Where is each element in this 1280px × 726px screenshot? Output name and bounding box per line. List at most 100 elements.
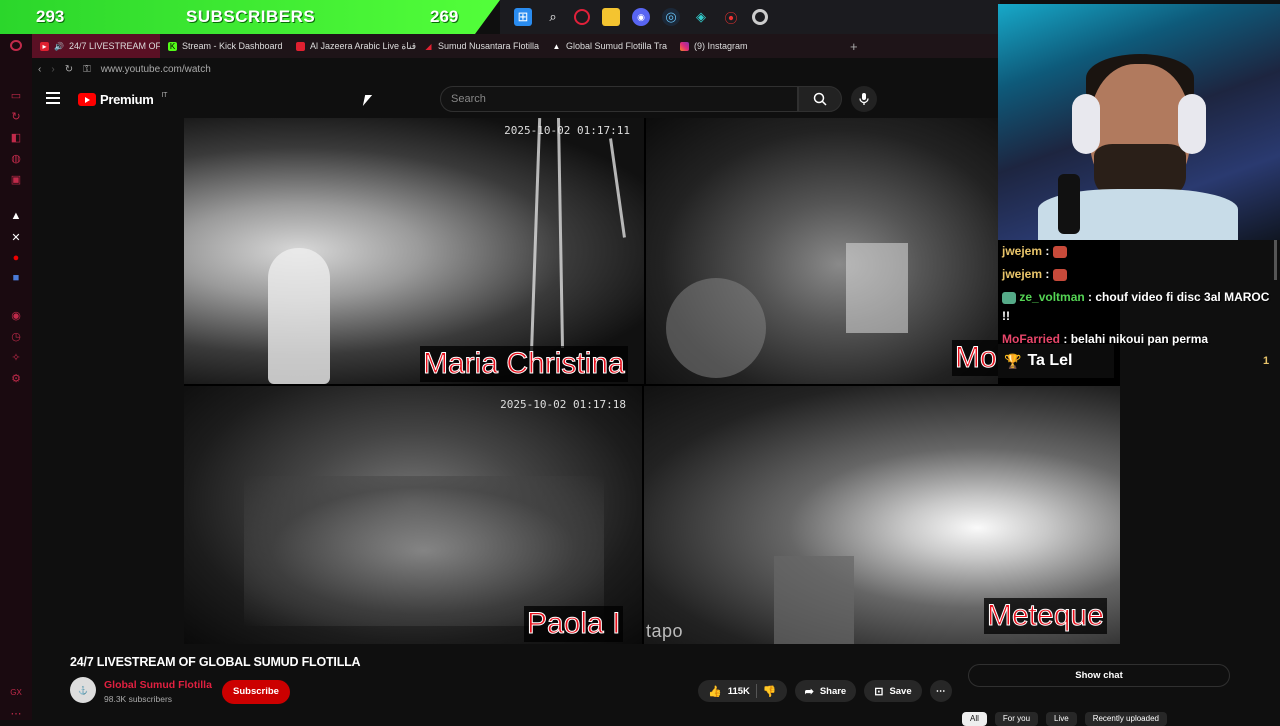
chat-message: ze_voltman : chouf video fi disc 3al MAR…: [1002, 290, 1270, 323]
file-explorer-icon[interactable]: [602, 8, 620, 26]
more-icon: ⋯: [935, 685, 946, 697]
history-icon[interactable]: ↻: [9, 110, 23, 123]
site-info-icon[interactable]: ⚿: [83, 64, 91, 75]
mast-rope: [529, 118, 542, 358]
bitwarden-icon[interactable]: ■: [9, 272, 23, 284]
clock-icon[interactable]: ◷: [9, 330, 23, 343]
save-button[interactable]: ⊡ Save: [864, 680, 922, 702]
chip-recently-uploaded[interactable]: Recently uploaded: [1084, 712, 1167, 726]
chrome-icon[interactable]: [752, 9, 768, 25]
back-icon[interactable]: ‹: [38, 64, 41, 75]
tab-kick-dashboard[interactable]: K Stream - Kick Dashboard: [160, 34, 288, 58]
kick-icon: K: [168, 41, 177, 51]
chip-all[interactable]: All: [962, 712, 987, 726]
show-chat-button[interactable]: Show chat: [968, 664, 1230, 687]
steam-icon[interactable]: ◎: [662, 8, 680, 26]
camera-timestamp: 2025-10-02 01:17:11: [504, 124, 630, 137]
subscriber-count: 98.3K subscribers: [104, 694, 173, 704]
tab-global-sumud-tracker[interactable]: ▲ Global Sumud Flotilla Tra: [544, 34, 672, 58]
opera-logo-icon[interactable]: [10, 40, 22, 52]
pinned-message: 🏆 Ta Lel 1: [998, 344, 1269, 378]
video-title: 24/7 LIVESTREAM OF GLOBAL SUMUD FLOTILLA: [70, 655, 361, 669]
camera-feed-1: 2025-10-02 01:17:11 Maria Christina: [184, 118, 644, 384]
headphone-left: [1072, 94, 1100, 154]
twitch-icon[interactable]: ◧: [9, 131, 23, 144]
badge-icon: [1002, 291, 1016, 304]
emote-icon: [1052, 268, 1067, 281]
chat-username: jwejem: [1002, 244, 1043, 258]
share-icon: ➦: [804, 685, 814, 698]
tab-label: Stream - Kick Dashboard: [182, 41, 283, 51]
chat-username: jwejem: [1002, 267, 1043, 281]
opera-icon[interactable]: [574, 9, 590, 25]
voice-search-button[interactable]: [851, 86, 877, 112]
chip-live[interactable]: Live: [1046, 712, 1077, 726]
new-tab-button[interactable]: +: [850, 39, 858, 54]
search-input[interactable]: Search: [440, 86, 798, 112]
crew-group: [244, 476, 604, 626]
discord-icon[interactable]: ◉: [632, 8, 650, 26]
tab-sumud-nusantara[interactable]: ◢ Sumud Nusantara Flotilla: [416, 34, 544, 58]
extensions-icon[interactable]: ✧: [9, 351, 23, 364]
more-actions-button[interactable]: ⋯: [929, 680, 952, 702]
logo-text: Premium: [100, 92, 154, 107]
subscribe-button[interactable]: Subscribe: [222, 680, 290, 704]
cockpit-seat: [774, 556, 854, 644]
youtube-premium-logo[interactable]: Premium IT: [78, 92, 167, 107]
taskbar: ⊞ ⌕ ◉ ◎ ◈ ⦿: [500, 0, 1000, 34]
flag-icon: ◢: [425, 41, 432, 51]
tab-label: Sumud Nusantara Flotilla: [438, 41, 540, 51]
subscriber-goal-banner: 293 SUBSCRIBERS 269: [0, 0, 500, 34]
chat-scrollbar[interactable]: [1274, 240, 1277, 280]
chat-username: ze_voltman: [1019, 290, 1085, 304]
headphone-right: [1178, 94, 1206, 154]
like-icon[interactable]: 👍: [708, 685, 722, 698]
tab-audio-icon[interactable]: 🔊: [54, 42, 64, 51]
tab-al-jazeera[interactable]: Al Jazeera Arabic Live قناة: [288, 34, 416, 58]
x-icon[interactable]: ✕: [9, 231, 23, 244]
trophy-icon: 🏆: [1004, 352, 1022, 369]
hamburger-menu-icon[interactable]: [46, 92, 60, 104]
reload-icon[interactable]: ↻: [65, 64, 73, 75]
youtube-side-icon[interactable]: ●: [9, 252, 23, 264]
tab-youtube-livestream[interactable]: ▸ 🔊 24/7 LIVESTREAM OF: [32, 34, 160, 58]
helm-console: [846, 243, 908, 333]
forward-icon[interactable]: ›: [51, 64, 54, 75]
more-icon[interactable]: ⋯: [9, 707, 23, 720]
maps-pin-icon[interactable]: ⦿: [722, 8, 740, 26]
channel-name[interactable]: Global Sumud Flotilla: [104, 679, 212, 691]
streamer-webcam: [998, 4, 1280, 240]
search-icon[interactable]: ⌕: [544, 8, 562, 26]
boat-name-label: Meteque: [984, 598, 1107, 634]
search-button[interactable]: [798, 86, 842, 112]
youtube-play-icon: [78, 93, 96, 106]
chip-for-you[interactable]: For you: [994, 712, 1039, 726]
chat-message: jwejem :: [998, 263, 1280, 286]
app-icon[interactable]: ◈: [692, 8, 710, 26]
tab-bar: ▸ 🔊 24/7 LIVESTREAM OF K Stream - Kick D…: [32, 34, 1000, 58]
channel-avatar[interactable]: ⚓: [70, 677, 96, 703]
discord-side-icon[interactable]: ▣: [9, 173, 23, 186]
like-count[interactable]: 115K: [728, 686, 750, 697]
gx-control-icon[interactable]: ▭: [9, 89, 23, 102]
dislike-icon[interactable]: 👎: [763, 685, 777, 698]
camera-feed-4: Meteque: [644, 386, 1120, 644]
url-field[interactable]: www.youtube.com/watch: [101, 64, 211, 75]
tab-label: 24/7 LIVESTREAM OF: [68, 41, 160, 51]
tab-label: Global Sumud Flotilla Tra: [566, 41, 668, 51]
gx-icon[interactable]: GX: [9, 687, 23, 699]
pinned-text: Ta Lel: [1027, 352, 1073, 369]
tiktok-icon[interactable]: ▲: [9, 210, 23, 222]
camera-timestamp: 2025-10-02 01:17:18: [500, 398, 626, 411]
mast-rope: [609, 138, 626, 238]
share-button[interactable]: ➦ Share: [794, 680, 857, 702]
boat-name-label: Paola I: [524, 606, 624, 642]
tab-instagram[interactable]: (9) Instagram: [672, 34, 800, 58]
person-silhouette: [268, 248, 330, 384]
video-player[interactable]: 2025-10-02 01:17:11 Maria Christina Mo 2…: [184, 118, 1120, 644]
messenger-icon[interactable]: ◍: [9, 152, 23, 165]
subscriber-count-left: 293: [36, 7, 65, 26]
settings-icon[interactable]: ⚙: [9, 372, 23, 385]
player-icon[interactable]: ◉: [9, 309, 23, 322]
windows-start-icon[interactable]: ⊞: [514, 8, 532, 26]
